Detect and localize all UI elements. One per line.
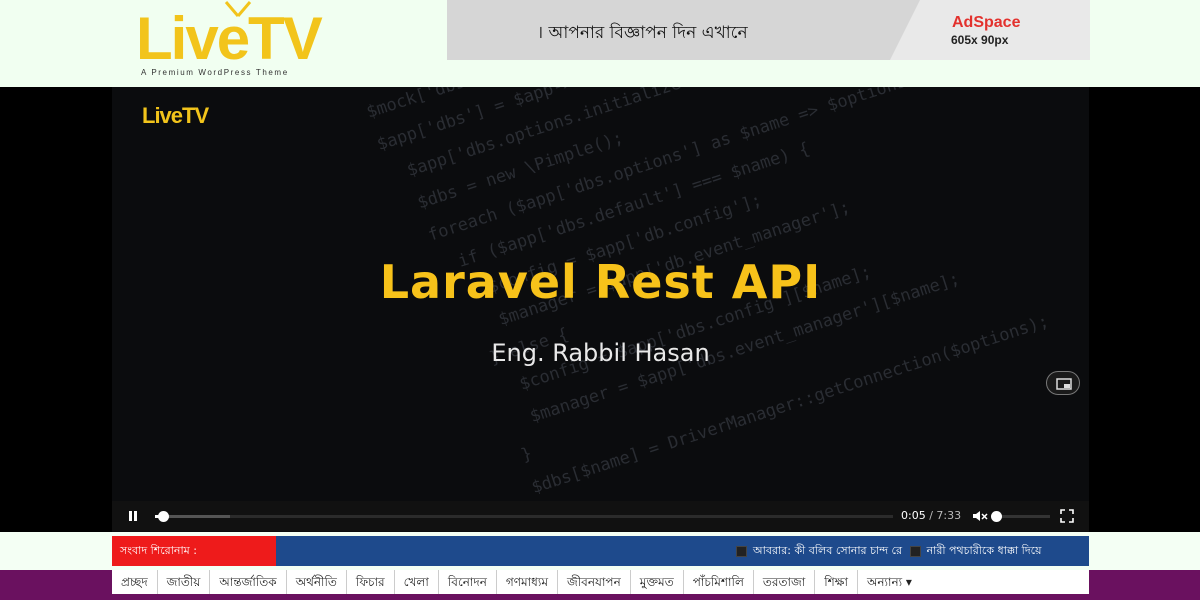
current-time: 0:05 bbox=[901, 509, 926, 522]
ad-text: । আপনার বিজ্ঞাপন দিন এখানে bbox=[537, 23, 748, 43]
nav-item[interactable]: খেলা bbox=[395, 570, 439, 594]
nav-item[interactable]: শিক্ষা bbox=[815, 570, 858, 594]
nav-item[interactable]: জীবনযাপন bbox=[558, 570, 631, 594]
ticker-item[interactable]: আবরার: কী বলিব সোনার চান্দ রে bbox=[753, 544, 902, 557]
nav-item[interactable]: পাঁচমিশালি bbox=[684, 570, 754, 594]
nav-item[interactable]: জাতীয় bbox=[158, 570, 211, 594]
ticker-item[interactable]: নারী পথচারীকে ধাক্কা দিয়ে bbox=[927, 544, 1042, 557]
nav-item[interactable]: বিনোদন bbox=[439, 570, 497, 594]
nav-item[interactable]: অন্যান্য ▾ bbox=[858, 570, 921, 594]
main-nav: প্রচ্ছদ জাতীয় আন্তর্জাতিক অর্থনীতি ফিচার খেল… bbox=[0, 570, 1200, 600]
progress-bar[interactable] bbox=[155, 511, 893, 522]
nav-menu: প্রচ্ছদ জাতীয় আন্তর্জাতিক অর্থনীতি ফিচার খেল… bbox=[112, 570, 1089, 594]
progress-handle[interactable] bbox=[158, 511, 170, 522]
fullscreen-icon[interactable] bbox=[1060, 509, 1074, 523]
nav-item[interactable]: গণমাধ্যম bbox=[497, 570, 559, 594]
duration: 7:33 bbox=[936, 509, 962, 522]
video-title: Laravel Rest API bbox=[379, 255, 822, 309]
mute-icon[interactable] bbox=[972, 509, 988, 523]
volume-slider[interactable] bbox=[991, 511, 1050, 522]
video-frame[interactable]: $mock['dbs.options'] = $tmp;$app['dbs'] … bbox=[112, 87, 1089, 532]
pause-icon[interactable] bbox=[127, 510, 139, 522]
square-bullet-icon bbox=[736, 545, 747, 557]
square-bullet-icon bbox=[909, 545, 921, 557]
nav-item[interactable]: মুক্তমত bbox=[631, 570, 684, 594]
ticker-label: সংবাদ শিরোনাম : bbox=[112, 536, 276, 566]
time-display: 0:05 / 7:33 bbox=[901, 509, 962, 522]
nav-item[interactable]: প্রচ্ছদ bbox=[112, 570, 158, 594]
video-player[interactable]: $mock['dbs.options'] = $tmp;$app['dbs'] … bbox=[0, 87, 1200, 532]
picture-in-picture-icon[interactable] bbox=[1046, 371, 1080, 395]
logo-text: LiveTV bbox=[136, 5, 323, 72]
ad-banner[interactable]: । আপনার বিজ্ঞাপন দিন এখানে AdSpace 605x … bbox=[447, 0, 1090, 60]
site-header: LiveTV A Premium WordPress Theme । আপনার… bbox=[0, 0, 1200, 87]
nav-item[interactable]: ফিচার bbox=[347, 570, 395, 594]
site-logo[interactable]: LiveTV A Premium WordPress Theme bbox=[136, 1, 406, 80]
volume-handle[interactable] bbox=[991, 511, 1002, 522]
video-author: Eng. Rabbil Hasan bbox=[491, 339, 710, 367]
ad-title: AdSpace bbox=[952, 14, 1021, 31]
ad-size: 605x 90px bbox=[951, 33, 1009, 47]
video-controls: 0:05 / 7:33 bbox=[112, 501, 1089, 531]
nav-item[interactable]: অর্থনীতি bbox=[287, 570, 347, 594]
ticker-items: আবরার: কী বলিব সোনার চান্দ রে নারী পথচার… bbox=[732, 536, 1042, 566]
video-watermark: LiveTV bbox=[142, 103, 209, 128]
nav-item[interactable]: আন্তর্জাতিক bbox=[210, 570, 287, 594]
news-ticker: সংবাদ শিরোনাম : আবরার: কী বলিব সোনার চান… bbox=[112, 536, 1089, 566]
logo-tagline: A Premium WordPress Theme bbox=[141, 68, 289, 77]
nav-item[interactable]: তরতাজা bbox=[754, 570, 816, 594]
